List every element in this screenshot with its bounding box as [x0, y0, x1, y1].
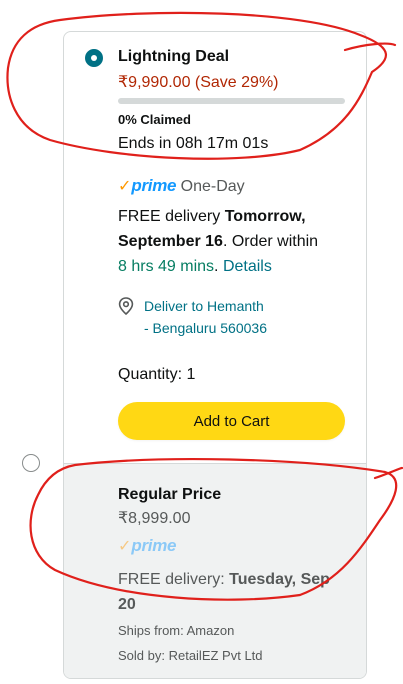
delivery-prefix: FREE delivery — [118, 208, 225, 225]
prime-badge: ✓prime One-Day — [118, 176, 245, 196]
details-link[interactable]: Details — [223, 258, 272, 275]
add-to-cart-button[interactable]: Add to Cart — [118, 402, 345, 440]
regular-prime-logo: prime — [131, 536, 177, 555]
regular-price-option[interactable]: Regular Price ₹8,999.00 ✓prime FREE deli… — [64, 463, 366, 678]
lightning-deal-option[interactable]: Lightning Deal ₹9,990.00 (Save 29%) 0% C… — [64, 32, 366, 463]
regular-price: ₹8,999.00 — [118, 510, 191, 527]
order-within-time: 8 hrs 49 mins — [118, 258, 215, 275]
delivery-info: FREE delivery Tomorrow, September 16. Or… — [118, 204, 358, 279]
prime-logo: prime — [131, 176, 177, 195]
regular-delivery-date-a: Tuesday, Sep — [229, 571, 330, 588]
quantity-selector[interactable]: Quantity: 1 — [118, 362, 195, 387]
delivery-day: Tomorrow, — [224, 208, 306, 225]
deal-title: Lightning Deal — [118, 48, 230, 65]
location-line-1[interactable]: Deliver to Hemanth — [144, 294, 264, 318]
delivery-suffix: . Order within — [222, 233, 319, 250]
claimed-label: 0% Claimed — [118, 112, 191, 127]
regular-title: Regular Price — [118, 486, 222, 503]
prime-check-icon: ✓ — [118, 178, 132, 195]
regular-prime-badge: ✓prime — [118, 536, 177, 556]
order-period: . — [214, 258, 219, 275]
deal-radio-selected[interactable] — [85, 49, 103, 67]
buy-box-card: Lightning Deal ₹9,990.00 (Save 29%) 0% C… — [63, 31, 367, 679]
deal-price: ₹9,990.00 (Save 29%) — [118, 74, 279, 91]
regular-radio-unselected[interactable] — [22, 454, 40, 472]
deal-countdown: Ends in 08h 17m 01s — [118, 135, 269, 152]
regular-delivery-date-b: 20 — [118, 596, 136, 613]
delivery-date: September 16 — [118, 233, 223, 250]
ships-from: Ships from: Amazon — [118, 623, 235, 638]
regular-delivery-info: FREE delivery: Tuesday, Sep 20 — [118, 567, 358, 617]
location-pin-icon — [118, 297, 134, 315]
regular-prime-check-icon: ✓ — [118, 538, 132, 555]
location-line-2[interactable]: - Bengaluru 560036 — [144, 316, 267, 340]
sold-by: Sold by: RetailEZ Pvt Ltd — [118, 648, 263, 663]
regular-delivery-prefix: FREE delivery: — [118, 571, 230, 588]
prime-tier: One-Day — [180, 178, 245, 195]
claimed-progress-bar — [118, 98, 345, 104]
